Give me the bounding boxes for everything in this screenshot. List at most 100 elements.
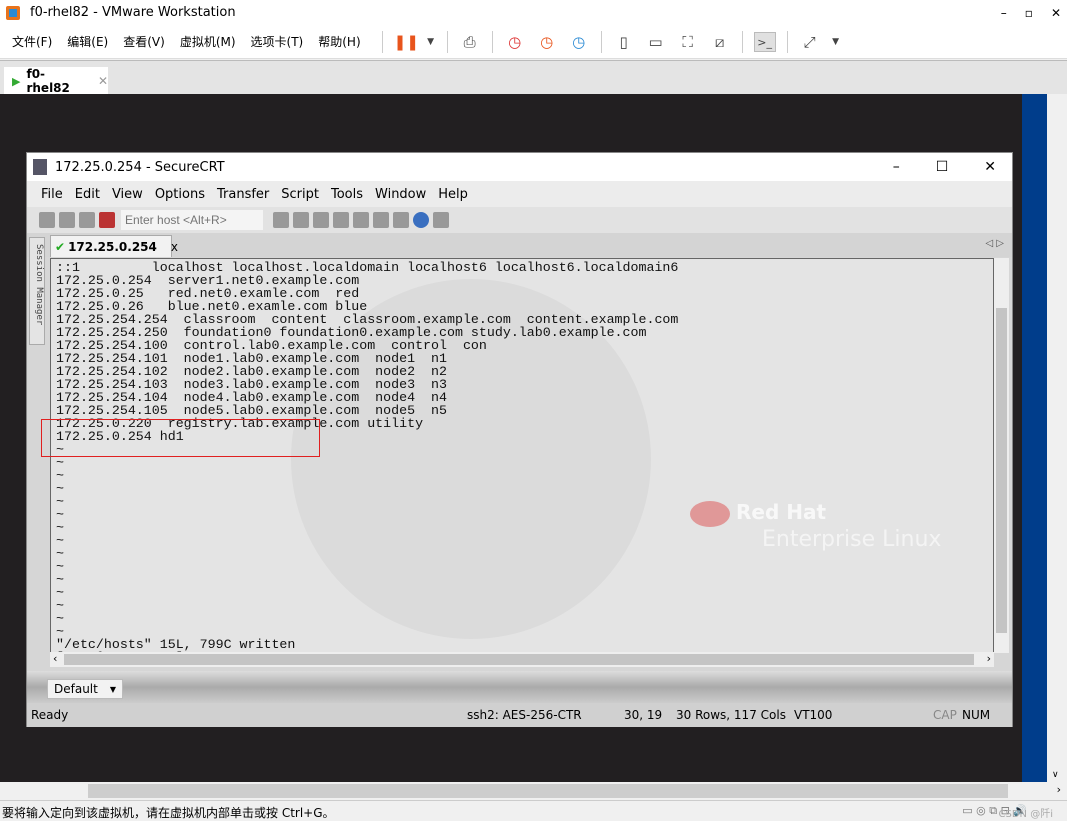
tab-label: 172.25.0.254: [68, 239, 157, 254]
terminal-line: ~: [56, 572, 64, 587]
button-bar-select[interactable]: Default ▼: [47, 679, 123, 699]
unity-icon[interactable]: ⧄: [709, 32, 731, 52]
button-bar-label: Default: [54, 682, 98, 696]
csdn-watermark: CSDN @阡i: [998, 809, 1053, 820]
vm-vertical-scrollbar[interactable]: ∨: [1047, 94, 1067, 782]
copy-icon[interactable]: [273, 212, 289, 228]
console-view-icon[interactable]: >_: [753, 31, 776, 52]
snapshot-icon[interactable]: ◷: [504, 32, 526, 52]
redhat-wallpaper-logo: Red Hat Enterprise Linux: [690, 500, 941, 552]
status-terminal-size: 30 Rows, 117 Cols: [676, 708, 786, 722]
menu-transfer[interactable]: Transfer: [217, 187, 269, 202]
status-message: 要将输入定向到该虚拟机，请在虚拟机内部单击或按 Ctrl+G。: [2, 806, 335, 820]
status-cursor-position: 30, 19: [624, 708, 663, 722]
menu-file[interactable]: File: [41, 187, 63, 202]
vmware-logo-icon: [6, 5, 20, 20]
terminal-vertical-scrollbar[interactable]: [994, 258, 1009, 653]
button-bar: Default ▼: [27, 671, 1012, 703]
terminal-line: ~: [56, 468, 64, 483]
global-options-icon[interactable]: [373, 212, 389, 228]
securecrt-status-bar: Ready ssh2: AES-256-CTR 30, 19 30 Rows, …: [27, 703, 1012, 727]
tab-close-button[interactable]: x: [171, 240, 178, 254]
connect-icon[interactable]: [39, 212, 55, 228]
minimize-button[interactable]: –: [893, 159, 900, 175]
menu-options[interactable]: Options: [155, 187, 205, 202]
menu-edit[interactable]: 编辑(E): [67, 33, 108, 50]
keymap-icon[interactable]: [393, 212, 409, 228]
sftp-icon[interactable]: [433, 212, 449, 228]
menu-script[interactable]: Script: [281, 187, 319, 202]
disconnect-icon[interactable]: [99, 212, 115, 228]
send-ctrl-alt-del-icon[interactable]: ⎙: [459, 32, 481, 52]
menu-view[interactable]: 查看(V): [123, 33, 165, 50]
window-title: f0-rhel82 - VMware Workstation: [30, 5, 236, 20]
menu-help[interactable]: 帮助(H): [318, 33, 360, 50]
window-title: 172.25.0.254 - SecureCRT: [55, 159, 225, 175]
securecrt-menubar: File Edit View Options Transfer Script T…: [27, 181, 1012, 207]
snapshot-manager-icon[interactable]: ◷: [568, 32, 590, 52]
reconnect-icon[interactable]: [79, 212, 95, 228]
print-icon[interactable]: [333, 212, 349, 228]
status-emulation: VT100: [794, 708, 833, 722]
securecrt-window: 172.25.0.254 - SecureCRT – ☐ ✕ File Edit V…: [26, 152, 1013, 727]
revert-snapshot-icon[interactable]: ◷: [536, 32, 558, 52]
minimize-button[interactable]: –: [1001, 6, 1007, 20]
tab-f0-rhel82[interactable]: ▶ f0-rhel82 ✕: [4, 67, 108, 95]
menu-help[interactable]: Help: [438, 187, 468, 202]
terminal-line: ~: [56, 455, 64, 470]
enterprise-linux-text: Enterprise Linux: [762, 526, 942, 552]
terminal-line: ~: [56, 611, 64, 626]
thumbnail-view-icon[interactable]: ▭: [645, 32, 667, 52]
session-tab-bar: ✔ 172.25.0.254 x ◁ ▷: [27, 233, 1012, 257]
session-tab[interactable]: ✔ 172.25.0.254 x: [50, 235, 178, 257]
vm-running-icon: ▶: [12, 74, 21, 88]
status-caps-lock: CAP: [933, 708, 957, 722]
chevron-down-icon[interactable]: ▼: [831, 32, 841, 52]
quick-connect-icon[interactable]: [59, 212, 75, 228]
highlight-box: [41, 419, 320, 457]
terminal-horizontal-scrollbar[interactable]: ‹ ›: [50, 652, 994, 667]
vmware-tab-bar: ▶ f0-rhel82 ✕: [0, 60, 1067, 95]
status-cipher: ssh2: AES-256-CTR: [467, 708, 582, 722]
stretch-icon[interactable]: ⤢: [799, 32, 821, 52]
maximize-button[interactable]: ☐: [936, 159, 949, 175]
status-ready: Ready: [31, 708, 69, 722]
session-manager-toggle[interactable]: Session Manager: [29, 237, 45, 345]
tab-label: f0-rhel82: [26, 67, 70, 95]
close-button[interactable]: ✕: [984, 159, 996, 175]
find-icon[interactable]: [313, 212, 329, 228]
terminal-line: ~: [56, 481, 64, 496]
terminal-line: ~: [56, 598, 64, 613]
vmware-title-bar: f0-rhel82 - VMware Workstation – ▫ ✕: [0, 0, 1067, 25]
menu-tabs[interactable]: 选项卡(T): [251, 33, 304, 50]
menu-edit[interactable]: Edit: [75, 187, 100, 202]
close-button[interactable]: ✕: [1051, 6, 1061, 20]
redhat-hat-icon: [690, 500, 730, 527]
securecrt-toolbar: [27, 207, 1012, 233]
menu-view[interactable]: View: [112, 187, 143, 202]
menu-tools[interactable]: Tools: [331, 187, 363, 202]
terminal-line: ~: [56, 585, 64, 600]
enter-host-input[interactable]: [121, 210, 263, 230]
securecrt-title-bar: 172.25.0.254 - SecureCRT – ☐ ✕: [27, 153, 1012, 181]
menu-vm[interactable]: 虚拟机(M): [180, 33, 236, 50]
vmware-menubar: 文件(F) 编辑(E) 查看(V) 虚拟机(M) 选项卡(T) 帮助(H) ❚❚…: [0, 25, 1067, 59]
connected-check-icon: ✔: [55, 239, 66, 254]
sidebar-view-icon[interactable]: ▯: [613, 32, 635, 52]
redhat-text: Red Hat: [736, 500, 827, 524]
tab-close-icon[interactable]: ✕: [98, 74, 108, 88]
status-num-lock: NUM: [962, 708, 991, 722]
fullscreen-icon[interactable]: ⛶: [677, 32, 699, 52]
session-options-icon[interactable]: [353, 212, 369, 228]
pause-icon[interactable]: ❚❚: [394, 32, 419, 52]
tab-scroll-arrows[interactable]: ◁ ▷: [985, 238, 1004, 249]
menu-window[interactable]: Window: [375, 187, 426, 202]
paste-icon[interactable]: [293, 212, 309, 228]
maximize-button[interactable]: ▫: [1025, 6, 1033, 20]
terminal-line: ~: [56, 559, 64, 574]
help-icon[interactable]: [413, 212, 429, 228]
menu-file[interactable]: 文件(F): [12, 33, 52, 50]
desktop-background-strip: [1022, 94, 1047, 782]
vm-horizontal-scrollbar[interactable]: ›: [0, 782, 1067, 800]
chevron-down-icon[interactable]: ▼: [426, 32, 436, 52]
